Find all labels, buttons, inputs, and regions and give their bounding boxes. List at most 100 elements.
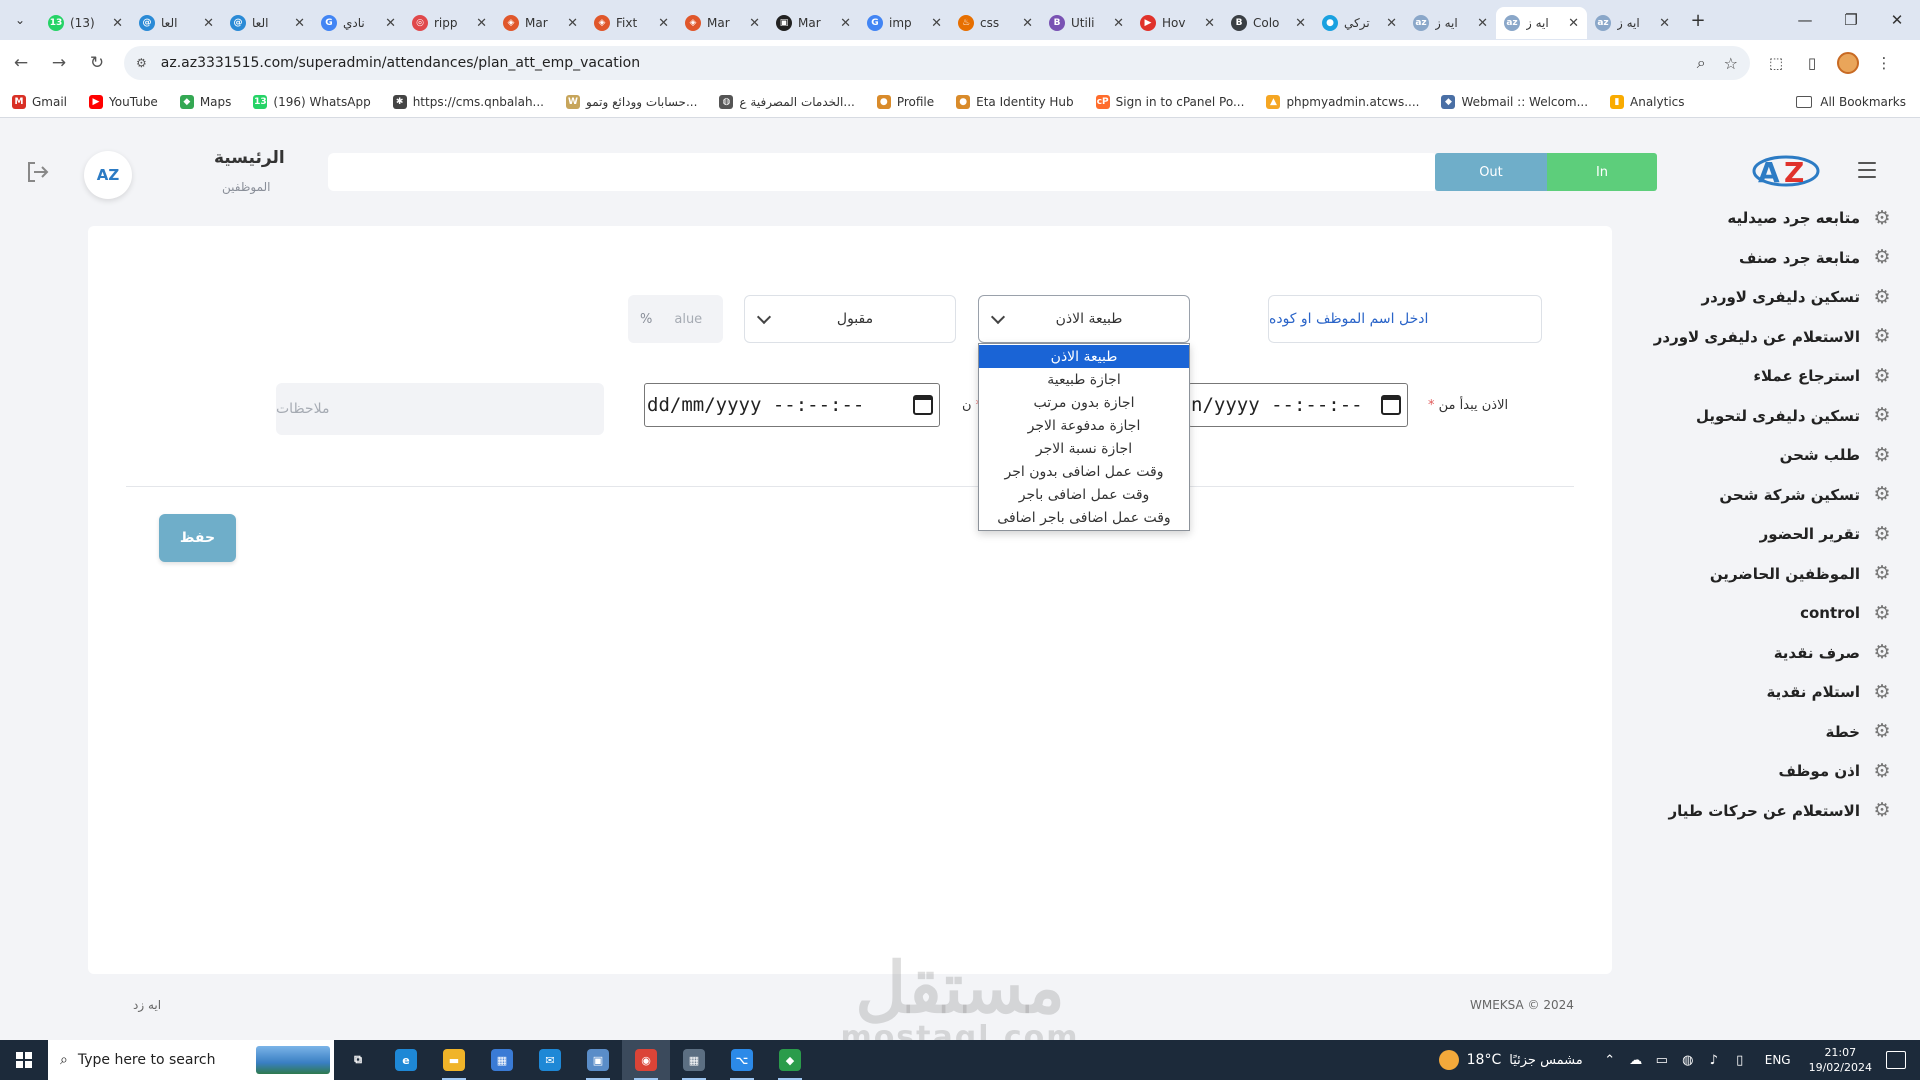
close-tab-icon[interactable]: ✕	[1204, 16, 1215, 31]
notifications-icon[interactable]	[1886, 1051, 1906, 1069]
battery-icon[interactable]: ▯	[1729, 1053, 1751, 1068]
taskbar-app-task-view[interactable]: ⧉	[334, 1040, 382, 1080]
all-bookmarks[interactable]: All Bookmarks	[1796, 86, 1906, 118]
employee-search-input[interactable]: ادخل اسم الموظف او كوده	[1268, 295, 1542, 343]
close-tab-icon[interactable]: ✕	[476, 16, 487, 31]
tab-search-icon[interactable]: ⌄	[0, 0, 40, 40]
user-avatar[interactable]: AZ	[84, 151, 132, 199]
sidebar-item[interactable]: تسكين دليفرى لتحويل ⚙	[1696, 401, 1892, 431]
close-tab-icon[interactable]: ✕	[112, 16, 123, 31]
browser-tab[interactable]: ◈ Mar ✕	[677, 7, 768, 39]
volume-icon[interactable]: ♪	[1703, 1053, 1725, 1068]
forward-icon[interactable]: →	[42, 46, 76, 80]
close-tab-icon[interactable]: ✕	[1295, 16, 1306, 31]
bookmark-item[interactable]: ▲ phpmyadmin.atcws....	[1266, 94, 1419, 109]
bookmark-item[interactable]: ◍ الخدمات المصرفية ع...	[719, 94, 855, 109]
bookmark-item[interactable]: ✱ https://cms.qnbalah...	[392, 94, 544, 109]
taskbar-search[interactable]: ⌕ Type here to search	[48, 1040, 334, 1080]
leave-type-select[interactable]: طبيعة الاذن	[978, 295, 1190, 343]
bookmark-item[interactable]: M Gmail	[12, 94, 67, 109]
zoom-icon[interactable]: ⌕	[1697, 53, 1706, 73]
bookmark-item[interactable]: W حسابات وودائع وتمو...	[566, 94, 697, 109]
start-date-input[interactable]: n/yyyy --:--:--	[1188, 383, 1408, 427]
logout-icon[interactable]	[26, 161, 50, 183]
calendar-icon[interactable]	[913, 395, 933, 415]
save-button[interactable]: حفظ	[159, 514, 236, 562]
sidebar-item[interactable]: صرف نقدية ⚙	[1774, 638, 1892, 668]
leave-type-option[interactable]: طبيعة الاذن	[979, 345, 1189, 368]
top-search-bar[interactable]	[328, 153, 1438, 191]
close-tab-icon[interactable]: ✕	[1022, 16, 1033, 31]
taskbar-app-chrome[interactable]: ◉	[622, 1040, 670, 1080]
bookmark-item[interactable]: ▶ YouTube	[89, 94, 158, 109]
browser-tab[interactable]: ▶ Hov ✕	[1132, 7, 1223, 39]
browser-tab[interactable]: 13 (13) ✕	[40, 7, 131, 39]
taskbar-app-vscode[interactable]: ⌥	[718, 1040, 766, 1080]
check-out-button[interactable]: Out	[1435, 153, 1547, 191]
sidebar-item[interactable]: الاستعلام عن دليفرى لاوردر ⚙	[1654, 322, 1892, 352]
language-indicator[interactable]: ENG	[1765, 1053, 1791, 1067]
close-tab-icon[interactable]: ✕	[1386, 16, 1397, 31]
close-tab-icon[interactable]: ✕	[1568, 16, 1579, 31]
browser-tab[interactable]: @ العا ✕	[222, 7, 313, 39]
url-omnibox[interactable]: ⚙ az.az3331515.com/superadmin/attendance…	[124, 46, 1750, 80]
back-icon[interactable]: ←	[4, 46, 38, 80]
browser-tab[interactable]: B Colo ✕	[1223, 7, 1314, 39]
browser-tab[interactable]: ♨ css ✕	[950, 7, 1041, 39]
sidebar-item[interactable]: طلب شحن ⚙	[1780, 440, 1892, 470]
status-select[interactable]: مقبول	[744, 295, 956, 343]
sidebar-item[interactable]: تسكين شركة شحن ⚙	[1719, 480, 1892, 510]
sidebar-item[interactable]: استلام نقدية ⚙	[1767, 677, 1892, 707]
bookmark-item[interactable]: 13 (196) WhatsApp	[253, 94, 371, 109]
sidebar-item[interactable]: تسكين دليفرى لاوردر ⚙	[1702, 282, 1892, 312]
bookmark-item[interactable]: ● Profile	[876, 94, 934, 109]
network-icon[interactable]: ◍	[1677, 1053, 1699, 1068]
sidebar-item[interactable]: خطة ⚙	[1825, 717, 1892, 747]
sidebar-item[interactable]: متابعة جرد صنف ⚙	[1739, 243, 1892, 273]
taskbar-app-mail[interactable]: ✉	[526, 1040, 574, 1080]
sidebar-item[interactable]: الاستعلام عن حركات طيار ⚙	[1668, 796, 1892, 826]
bookmark-item[interactable]: cP Sign in to cPanel Po...	[1095, 94, 1244, 109]
close-tab-icon[interactable]: ✕	[658, 16, 669, 31]
close-tab-icon[interactable]: ✕	[294, 16, 305, 31]
close-tab-icon[interactable]: ✕	[1659, 16, 1670, 31]
end-date-input[interactable]: dd/mm/yyyy --:--:--	[644, 383, 940, 427]
leave-type-option[interactable]: وقت عمل اضافى بدون اجر	[979, 460, 1189, 483]
close-tab-icon[interactable]: ✕	[749, 16, 760, 31]
taskbar-app-file-explorer[interactable]: ▬	[430, 1040, 478, 1080]
browser-tab[interactable]: az ايه ز ✕	[1587, 7, 1678, 39]
taskbar-app-store[interactable]: ▦	[478, 1040, 526, 1080]
browser-tab[interactable]: G نادي ✕	[313, 7, 404, 39]
leave-type-option[interactable]: اجازة طبيعية	[979, 368, 1189, 391]
browser-tab[interactable]: az ايه ز ✕	[1496, 7, 1587, 39]
minimize-icon[interactable]: —	[1782, 0, 1828, 40]
bookmark-item[interactable]: ▮ Analytics	[1610, 94, 1685, 109]
start-button[interactable]	[0, 1040, 48, 1080]
site-info-icon[interactable]: ⚙	[136, 56, 147, 70]
sidebar-item[interactable]: تقرير الحضور ⚙	[1760, 519, 1892, 549]
browser-tab[interactable]: ▣ Mar ✕	[768, 7, 859, 39]
sidebar-item[interactable]: الموظفين الحاضرين ⚙	[1710, 559, 1892, 589]
taskbar-app-git[interactable]: ◆	[766, 1040, 814, 1080]
browser-tab[interactable]: Gimp ✕	[859, 7, 950, 39]
sidebar-item[interactable]: متابعه جرد صيدليه ⚙	[1727, 203, 1892, 233]
sidebar-item[interactable]: control ⚙	[1800, 598, 1892, 628]
bookmark-star-icon[interactable]: ☆	[1724, 54, 1738, 73]
close-tab-icon[interactable]: ✕	[1477, 16, 1488, 31]
chevron-up-icon[interactable]: ⌃	[1599, 1053, 1621, 1068]
display-icon[interactable]: ▭	[1651, 1053, 1673, 1068]
menu-toggle-icon[interactable]	[1858, 162, 1876, 178]
close-tab-icon[interactable]: ✕	[1113, 16, 1124, 31]
close-tab-icon[interactable]: ✕	[385, 16, 396, 31]
leave-type-option[interactable]: اجازة نسبة الاجر	[979, 437, 1189, 460]
browser-tab[interactable]: ◎ ripp ✕	[404, 7, 495, 39]
close-window-icon[interactable]: ✕	[1874, 0, 1920, 40]
clock[interactable]: 21:07 19/02/2024	[1809, 1045, 1872, 1075]
browser-tab[interactable]: ◈ Mar ✕	[495, 7, 586, 39]
reload-icon[interactable]: ↻	[80, 46, 114, 80]
restore-icon[interactable]: ❐	[1828, 0, 1874, 40]
side-panel-icon[interactable]: ▯	[1794, 46, 1830, 80]
leave-type-option[interactable]: اجازة بدون مرتب	[979, 391, 1189, 414]
weather-widget[interactable]: 18°C مشمس جزئيًا	[1438, 1050, 1583, 1070]
leave-type-option[interactable]: وقت عمل اضافى باجر اضافى	[979, 506, 1189, 529]
